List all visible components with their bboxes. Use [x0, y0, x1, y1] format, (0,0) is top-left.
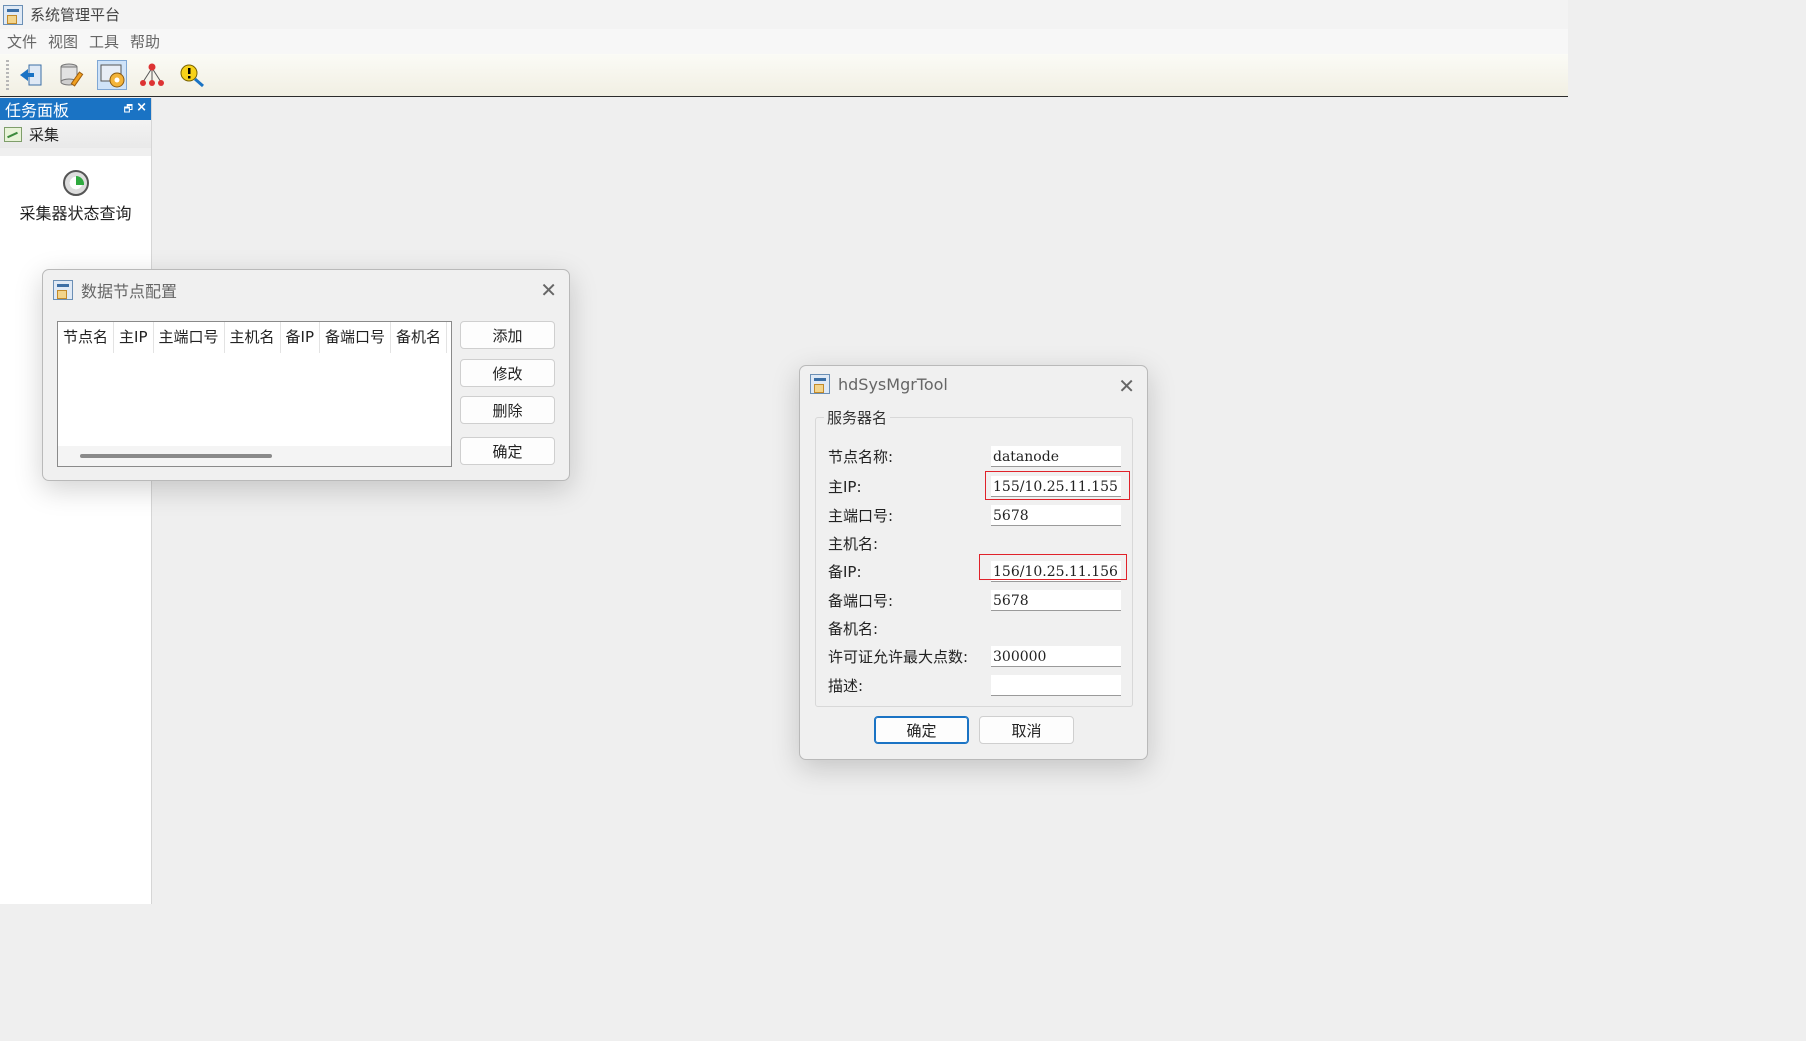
app-icon: [53, 280, 73, 300]
column-primary-port[interactable]: 主端口号: [154, 322, 225, 353]
window-title: 系统管理平台: [30, 6, 121, 24]
backup-ip-label: 备IP:: [828, 563, 862, 581]
primary-port-field[interactable]: 5678: [991, 505, 1121, 526]
menu-help[interactable]: 帮助: [130, 31, 160, 52]
dialog-title-bar: 数据节点配置: [53, 278, 177, 302]
column-backup-port[interactable]: 备端口号: [320, 322, 392, 353]
dialog-title-bar: hdSysMgrTool: [810, 374, 948, 394]
exit-icon[interactable]: [17, 60, 47, 90]
node-list[interactable]: 节点名 主IP 主端口号 主机名 备IP 备端口号 备机名: [57, 321, 452, 467]
edit-button[interactable]: 修改: [460, 359, 555, 387]
category-label: 采集: [29, 125, 60, 144]
title-bar: 系统管理平台: [0, 0, 1568, 29]
menu-file[interactable]: 文件: [7, 31, 37, 52]
app-icon: [810, 374, 830, 394]
panel-header: 任务面板 🗗 ×: [0, 98, 151, 120]
column-backup-host[interactable]: 备机名: [391, 322, 448, 353]
menu-tools[interactable]: 工具: [89, 31, 119, 52]
panel-category[interactable]: 采集: [0, 120, 151, 148]
backup-port-field[interactable]: 5678: [991, 590, 1121, 611]
ok-button[interactable]: 确定: [874, 716, 969, 744]
highlight-box-primary-ip: [985, 471, 1130, 500]
horizontal-scrollbar[interactable]: [58, 446, 451, 466]
panel-title: 任务面板: [5, 101, 70, 120]
list-header: 节点名 主IP 主端口号 主机名 备IP 备端口号 备机名: [58, 322, 451, 353]
gauge-icon: [62, 170, 89, 196]
column-primary-ip[interactable]: 主IP: [114, 322, 154, 353]
pin-icon[interactable]: 🗗: [124, 102, 133, 119]
toolbar: [0, 54, 1568, 97]
ok-button[interactable]: 确定: [460, 437, 555, 465]
node-config-dialog: 数据节点配置 ✕ 节点名 主IP 主端口号 主机名 备IP 备端口号 备机名 添…: [42, 269, 570, 481]
backup-port-label: 备端口号:: [828, 592, 894, 610]
delete-button[interactable]: 删除: [460, 396, 555, 424]
network-icon[interactable]: [137, 60, 167, 90]
backup-host-label: 备机名:: [828, 620, 879, 638]
description-label: 描述:: [828, 677, 864, 695]
primary-host-label: 主机名:: [828, 535, 879, 553]
license-max-label: 许可证允许最大点数:: [828, 648, 969, 666]
warning-search-icon[interactable]: [177, 60, 207, 90]
panel-item-collector-status[interactable]: 采集器状态查询: [0, 170, 151, 224]
dialog-title: hdSysMgrTool: [838, 374, 948, 394]
description-field[interactable]: [991, 675, 1121, 696]
column-primary-host[interactable]: 主机名: [225, 322, 281, 353]
divider: [0, 148, 151, 156]
chart-icon: [4, 126, 22, 142]
close-icon[interactable]: ✕: [1118, 374, 1135, 398]
app-icon: [3, 4, 23, 25]
primary-port-label: 主端口号:: [828, 507, 894, 525]
groupbox-legend: 服务器名: [824, 407, 891, 428]
scrollbar-thumb[interactable]: [80, 454, 272, 458]
panel-close-icon[interactable]: ×: [136, 100, 147, 115]
node-edit-dialog: hdSysMgrTool ✕ 服务器名 节点名称: datanode 主IP: …: [799, 365, 1148, 760]
node-name-label: 节点名称:: [828, 448, 894, 466]
toolbar-grip[interactable]: [6, 60, 9, 90]
highlight-box-backup-ip: [979, 554, 1127, 580]
db-tool-icon[interactable]: [57, 60, 87, 90]
menu-view[interactable]: 视图: [48, 31, 78, 52]
cancel-button[interactable]: 取消: [979, 716, 1074, 744]
column-node-name[interactable]: 节点名: [58, 322, 115, 353]
menu-bar: 文件 视图 工具 帮助: [0, 29, 1568, 54]
server-groupbox: 服务器名 节点名称: datanode 主IP: 155/10.25.11.15…: [815, 407, 1133, 707]
settings-icon[interactable]: [97, 60, 127, 90]
license-max-field[interactable]: 300000: [991, 646, 1121, 667]
add-button[interactable]: 添加: [460, 321, 555, 349]
primary-ip-label: 主IP:: [828, 478, 862, 496]
column-backup-ip[interactable]: 备IP: [281, 322, 321, 353]
panel-item-label: 采集器状态查询: [19, 204, 132, 223]
close-icon[interactable]: ✕: [540, 278, 557, 302]
dialog-title: 数据节点配置: [81, 282, 178, 301]
task-panel: 任务面板 🗗 × 采集 采集器状态查询: [0, 98, 152, 904]
node-name-field[interactable]: datanode: [991, 446, 1121, 467]
